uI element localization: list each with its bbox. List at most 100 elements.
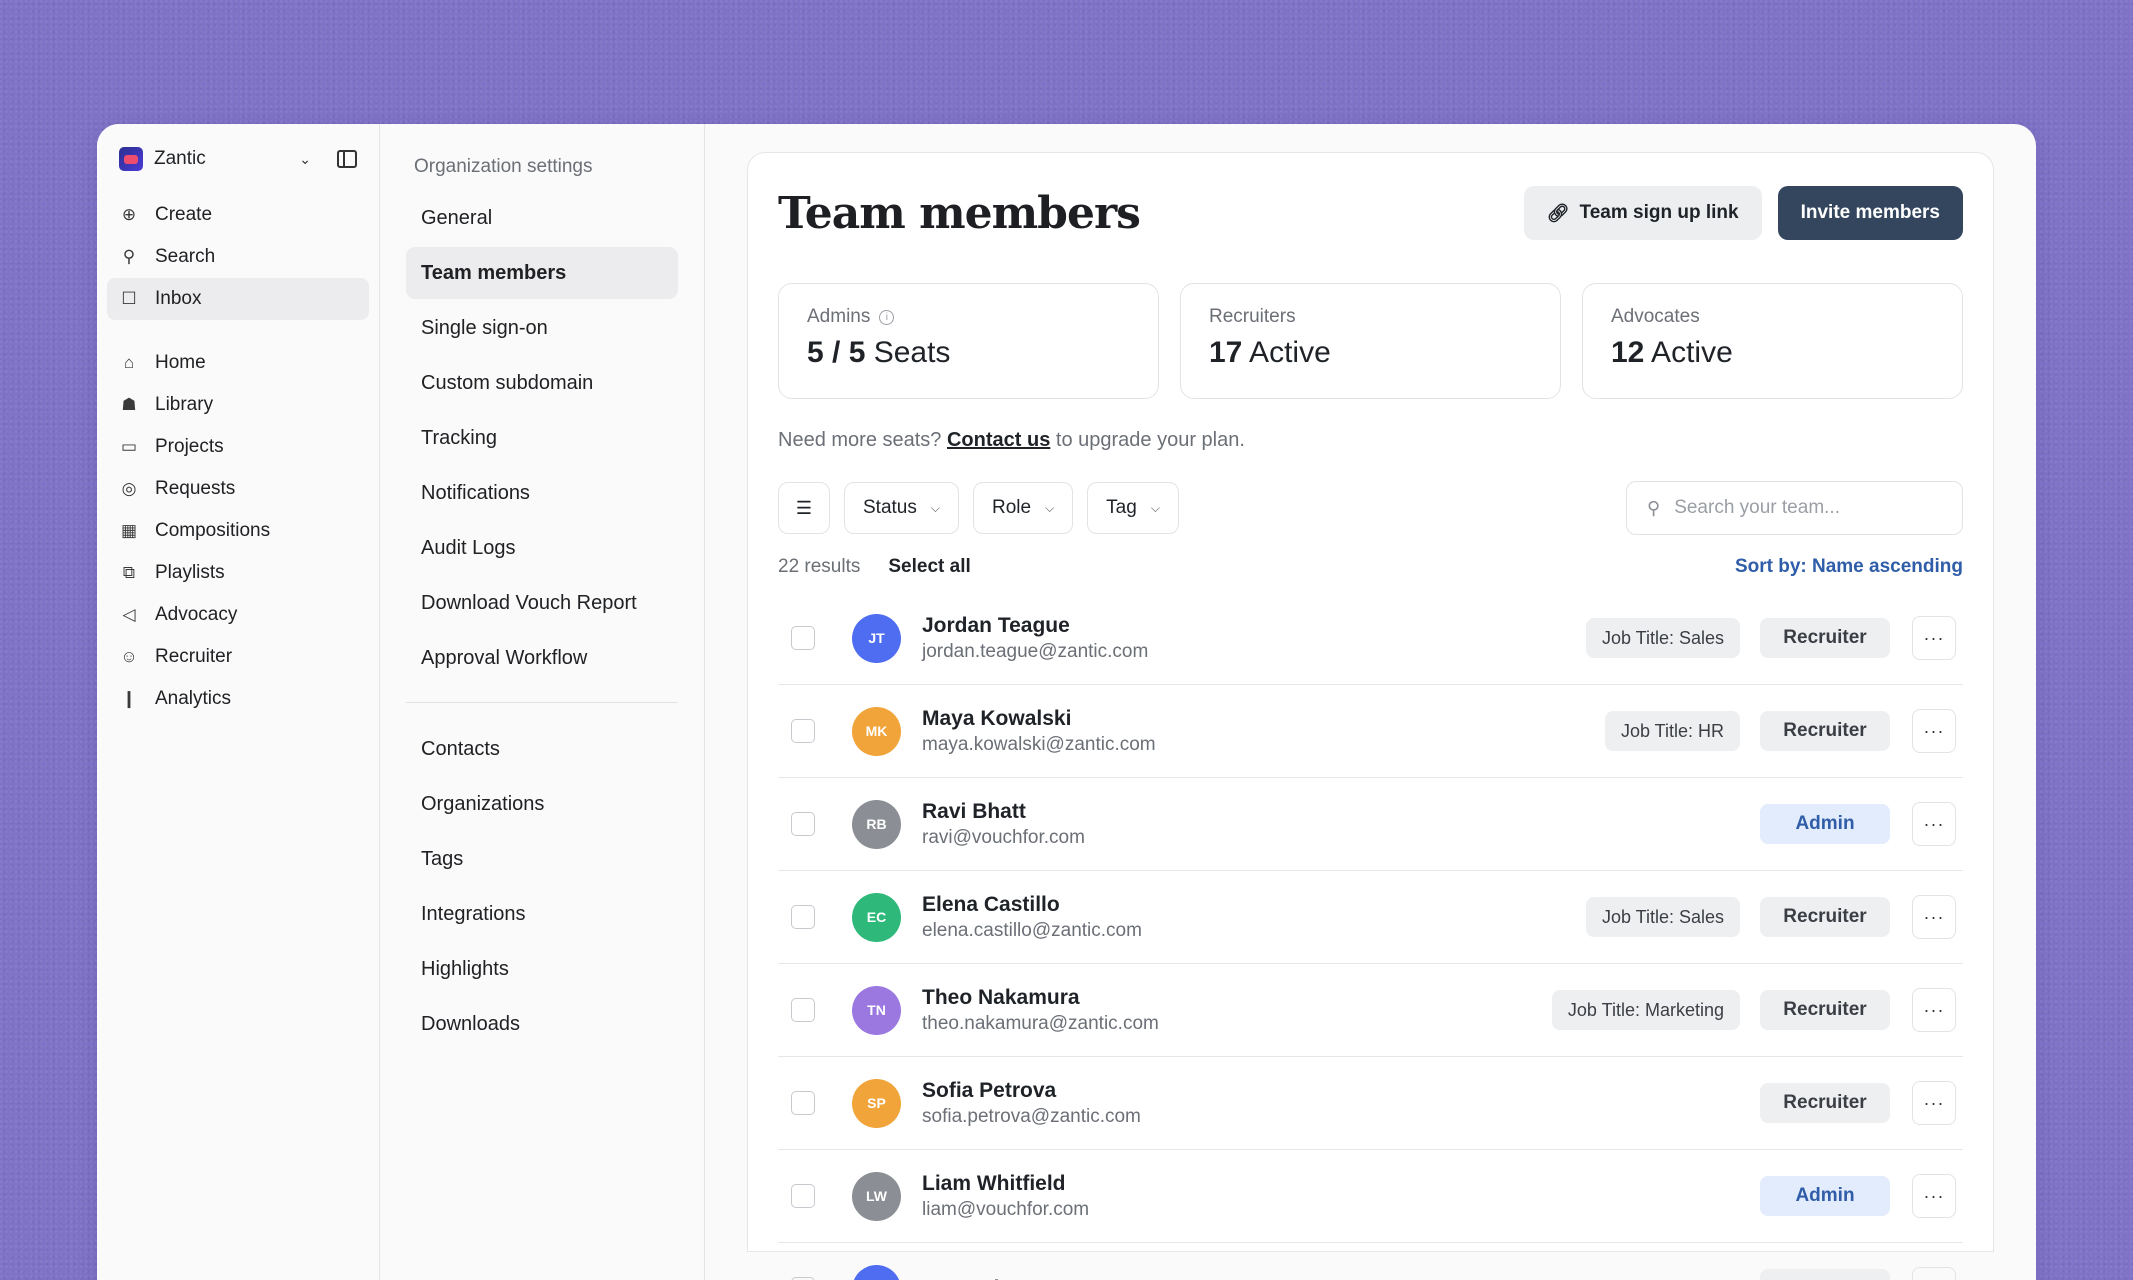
search-icon: ⚲ xyxy=(1647,497,1661,518)
team-signup-link-label: Team sign up link xyxy=(1579,202,1739,223)
table-row[interactable]: SP Sofia Petrova sofia.petrova@zantic.com R… xyxy=(778,1057,1963,1150)
row-checkbox[interactable] xyxy=(791,719,815,743)
role-badge[interactable]: Recruiter xyxy=(1760,711,1890,751)
settings-item-approval-workflow[interactable]: Approval Workflow xyxy=(406,632,678,684)
sidebar-item-analytics[interactable]: ❙ Analytics xyxy=(107,678,369,720)
role-badge[interactable]: Recruiter xyxy=(1760,1269,1890,1280)
stat-recruiters: Recruiters 17 Active xyxy=(1180,283,1561,399)
settings-item-general[interactable]: General xyxy=(406,192,678,244)
select-all-button[interactable]: Select all xyxy=(888,556,970,578)
settings-item-single-sign-on[interactable]: Single sign-on xyxy=(406,302,678,354)
role-badge[interactable]: Recruiter xyxy=(1760,1083,1890,1123)
playlists-icon: ⧉ xyxy=(122,563,136,582)
row-checkbox[interactable] xyxy=(791,626,815,650)
workspace-switcher[interactable]: Zantic ⌄ xyxy=(107,144,369,174)
compositions-icon: ▦ xyxy=(120,521,138,540)
search-icon: ⚲ xyxy=(122,247,136,266)
seat-stats: Admins i 5 / 5 Seats Recruiters 17 Activ… xyxy=(778,283,1963,399)
sidebar-item-projects[interactable]: ▭ Projects xyxy=(107,426,369,468)
member-name: Ravi Bhatt xyxy=(922,799,1026,823)
sidebar-item-advocacy[interactable]: ◁ Advocacy xyxy=(107,594,369,636)
settings-item-tracking[interactable]: Tracking xyxy=(406,412,678,464)
sort-dropdown[interactable]: Sort by: Name ascending xyxy=(1735,556,1963,578)
sidebar-item-recruiter[interactable]: ☺ Recruiter xyxy=(107,636,369,678)
settings-item-contacts[interactable]: Contacts xyxy=(406,723,678,775)
role-badge[interactable]: Admin xyxy=(1760,804,1890,844)
table-row[interactable]: EC Elena Castillo elena.castillo@zantic.co… xyxy=(778,871,1963,964)
row-checkbox[interactable] xyxy=(791,998,815,1022)
table-row[interactable]: MK Maya Kowalski maya.kowalski@zantic.com J… xyxy=(778,685,1963,778)
row-checkbox[interactable] xyxy=(791,1091,815,1115)
settings-item-integrations[interactable]: Integrations xyxy=(406,888,678,940)
table-row[interactable]: DADana AbaraRecruiter··· xyxy=(778,1243,1963,1280)
sidebar-item-compositions[interactable]: ▦ Compositions xyxy=(107,510,369,552)
contact-us-link[interactable]: Contact us xyxy=(947,429,1050,451)
role-badge[interactable]: Admin xyxy=(1760,1176,1890,1216)
app-window: Zantic ⌄ ⊕ Create ⚲ Search ☐ Inbox ⌂ Home ☗ Libr… xyxy=(97,124,2036,1280)
filter-settings-button[interactable]: ☰ xyxy=(778,482,830,534)
chevron-down-icon[interactable]: ⌄ xyxy=(299,151,311,168)
sidebar-item-home[interactable]: ⌂ Home xyxy=(107,342,369,384)
sidebar-item-create[interactable]: ⊕ Create xyxy=(107,194,369,236)
more-options-icon[interactable]: ··· xyxy=(1912,895,1956,939)
team-signup-link-button[interactable]: 🔗︎ Team sign up link xyxy=(1523,186,1762,240)
page-title: Team members xyxy=(778,187,1141,239)
table-row[interactable]: TN Theo Nakamura theo.nakamura@zantic.com J… xyxy=(778,964,1963,1057)
avatar: SP xyxy=(852,1078,901,1128)
settings-item-downloads[interactable]: Downloads xyxy=(406,998,678,1050)
library-icon: ☗ xyxy=(121,395,137,414)
status-filter[interactable]: Status ⌵ xyxy=(844,482,959,534)
info-icon[interactable]: i xyxy=(879,309,895,325)
job-title-tag: Job Title: Sales xyxy=(1585,897,1740,937)
sidebar-toggle-icon[interactable] xyxy=(337,150,357,168)
settings-item-audit-logs[interactable]: Audit Logs xyxy=(406,522,678,574)
table-row[interactable]: RB Ravi Bhatt ravi@vouchfor.com Admin ··· xyxy=(778,778,1963,871)
bar-chart-icon: ❙ xyxy=(121,689,137,708)
settings-item-notifications[interactable]: Notifications xyxy=(406,467,678,519)
table-row[interactable]: JT Jordan Teague jordan.teague@zantic.com J… xyxy=(778,592,1963,685)
tag-filter[interactable]: Tag ⌵ xyxy=(1087,482,1179,534)
row-checkbox[interactable] xyxy=(791,1184,815,1208)
settings-item-download-vouch-report[interactable]: Download Vouch Report xyxy=(406,577,678,629)
settings-item-organizations[interactable]: Organizations xyxy=(406,778,678,830)
stat-admins: Admins i 5 / 5 Seats xyxy=(778,283,1159,399)
sidebar-item-search[interactable]: ⚲ Search xyxy=(107,236,369,278)
avatar: DA xyxy=(852,1264,901,1280)
more-options-icon[interactable]: ··· xyxy=(1912,709,1956,753)
team-members-card: Team members 🔗︎ Team sign up link Invite… xyxy=(747,152,1994,1280)
role-filter[interactable]: Role ⌵ xyxy=(972,482,1074,534)
table-row[interactable]: LW Liam Whitfield liam@vouchfor.com Admin ··… xyxy=(778,1150,1963,1243)
sidebar-item-requests[interactable]: ◎ Requests xyxy=(107,468,369,510)
main-content: Team members 🔗︎ Team sign up link Invite… xyxy=(705,124,2036,1280)
filter-bar: ☰ Status ⌵ Role ⌵ Tag ⌵ ⚲ xyxy=(778,481,1963,535)
row-checkbox[interactable] xyxy=(791,812,815,836)
avatar: LW xyxy=(852,1171,901,1221)
settings-item-tags[interactable]: Tags xyxy=(406,833,678,885)
more-options-icon[interactable]: ··· xyxy=(1912,1081,1956,1125)
results-count: 22 results xyxy=(778,556,861,577)
role-badge[interactable]: Recruiter xyxy=(1760,897,1890,937)
user-icon: ☺ xyxy=(120,647,138,666)
sidebar: Zantic ⌄ ⊕ Create ⚲ Search ☐ Inbox ⌂ Home ☗ Libr… xyxy=(97,124,380,1280)
more-options-icon[interactable]: ··· xyxy=(1912,802,1956,846)
sidebar-item-library[interactable]: ☗ Library xyxy=(107,384,369,426)
more-options-icon[interactable]: ··· xyxy=(1912,1267,1956,1280)
team-search-input[interactable] xyxy=(1674,497,1942,519)
sidebar-item-playlists[interactable]: ⧉ Playlists xyxy=(107,552,369,594)
sidebar-item-inbox[interactable]: ☐ Inbox xyxy=(107,278,369,320)
role-badge[interactable]: Recruiter xyxy=(1760,618,1890,658)
member-name: Elena Castillo xyxy=(922,892,1060,916)
row-checkbox[interactable] xyxy=(791,905,815,929)
more-options-icon[interactable]: ··· xyxy=(1912,988,1956,1032)
role-badge[interactable]: Recruiter xyxy=(1760,990,1890,1030)
invite-members-button[interactable]: Invite members xyxy=(1777,186,1963,240)
settings-item-highlights[interactable]: Highlights xyxy=(406,943,678,995)
settings-item-custom-subdomain[interactable]: Custom subdomain xyxy=(406,357,678,409)
more-options-icon[interactable]: ··· xyxy=(1912,616,1956,660)
sidebar-item-label: Recruiter xyxy=(155,646,233,667)
more-options-icon[interactable]: ··· xyxy=(1912,1174,1956,1218)
settings-item-team-members[interactable]: Team members xyxy=(406,247,678,299)
chevron-down-icon: ⌵ xyxy=(1045,500,1055,515)
workspace-name: Zantic xyxy=(154,148,206,169)
team-search[interactable]: ⚲ xyxy=(1626,481,1963,535)
